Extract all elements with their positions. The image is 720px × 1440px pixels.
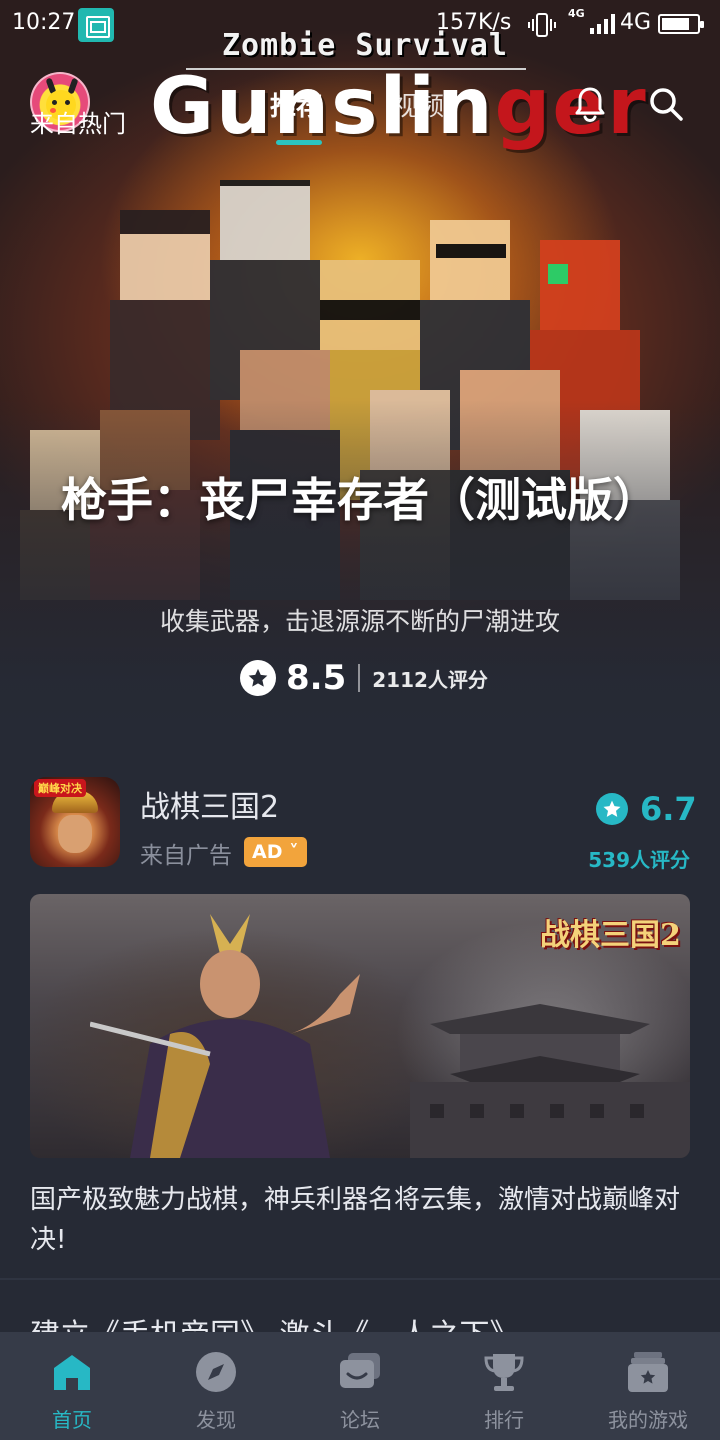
ad-rating-count: 539人评分 <box>588 848 690 872</box>
star-icon <box>596 793 628 825</box>
ad-game-name[interactable]: 战棋三国2 <box>140 782 279 826</box>
nav-my-games-label: 我的游戏 <box>608 1408 688 1432</box>
nav-discover-label: 发现 <box>196 1408 236 1432</box>
status-network-small: 4G <box>568 7 585 20</box>
status-time: 10:27 <box>12 10 76 35</box>
compass-icon <box>196 1352 236 1392</box>
hero-score: 8.5 <box>286 658 347 698</box>
nav-my-games[interactable]: 我的游戏 <box>576 1332 720 1440</box>
bell-icon[interactable] <box>570 84 610 124</box>
forum-icon <box>340 1353 380 1388</box>
ad-source-label: 来自广告 <box>140 843 232 869</box>
trophy-icon <box>484 1354 524 1391</box>
tab-active-indicator <box>276 140 322 145</box>
nav-ranking-label: 排行 <box>484 1408 524 1432</box>
hero-source-label: 来自热门 <box>30 110 126 138</box>
battery-icon <box>658 14 704 34</box>
ad-badge[interactable]: AD ˅ <box>244 837 307 867</box>
warrior-artwork <box>90 914 360 1158</box>
ad-badge-label: AD <box>252 841 283 863</box>
castle-artwork <box>410 1004 690 1158</box>
ad-icon-tag: 巅峰对决 <box>34 779 86 797</box>
divider <box>0 1278 720 1280</box>
tab-video[interactable]: 视频 <box>392 86 444 123</box>
vibrate-icon <box>528 13 556 37</box>
ad-banner-image[interactable]: 战棋三国2 <box>30 894 690 1158</box>
status-net-speed: 157K/s <box>436 10 512 35</box>
banner-logo: 战棋三国2 <box>540 918 681 953</box>
nav-ranking[interactable]: 排行 <box>432 1332 576 1440</box>
my-games-icon <box>628 1352 668 1392</box>
ad-description[interactable]: 国产极致魅力战棋，神兵利器名将云集，激情对战巅峰对决! <box>30 1180 690 1260</box>
status-bar: 10:27 157K/s 4G 4G <box>0 0 720 50</box>
chevron-down-icon: ˅ <box>282 841 299 863</box>
ad-rating: 6.7 <box>596 790 697 828</box>
signal-icon <box>590 14 615 34</box>
nav-forum[interactable]: 论坛 <box>288 1332 432 1440</box>
star-icon <box>240 660 276 696</box>
status-network: 4G <box>620 10 652 35</box>
hero-game-title[interactable]: 枪手：丧尸幸存者（测试版） <box>40 472 680 528</box>
nav-discover[interactable]: 发现 <box>144 1332 288 1440</box>
home-icon <box>54 1355 90 1390</box>
nav-home[interactable]: 首页 <box>0 1332 144 1440</box>
nav-forum-label: 论坛 <box>340 1408 380 1432</box>
search-icon[interactable] <box>646 84 686 124</box>
screenshot-icon <box>78 8 114 42</box>
hero-rating: 8.5 2112人评分 <box>240 656 488 700</box>
ad-game-icon[interactable]: 巅峰对决 <box>30 777 120 867</box>
nav-home-label: 首页 <box>52 1408 92 1432</box>
ad-score: 6.7 <box>640 790 697 828</box>
bottom-nav: 首页 发现 论坛 排行 我的游戏 <box>0 1332 720 1440</box>
hero-rating-count: 2112人评分 <box>372 667 488 692</box>
tab-recommend[interactable]: 推荐 <box>270 86 322 123</box>
hero-game-subtitle: 收集武器，击退源源不断的尸潮进攻 <box>159 607 560 636</box>
